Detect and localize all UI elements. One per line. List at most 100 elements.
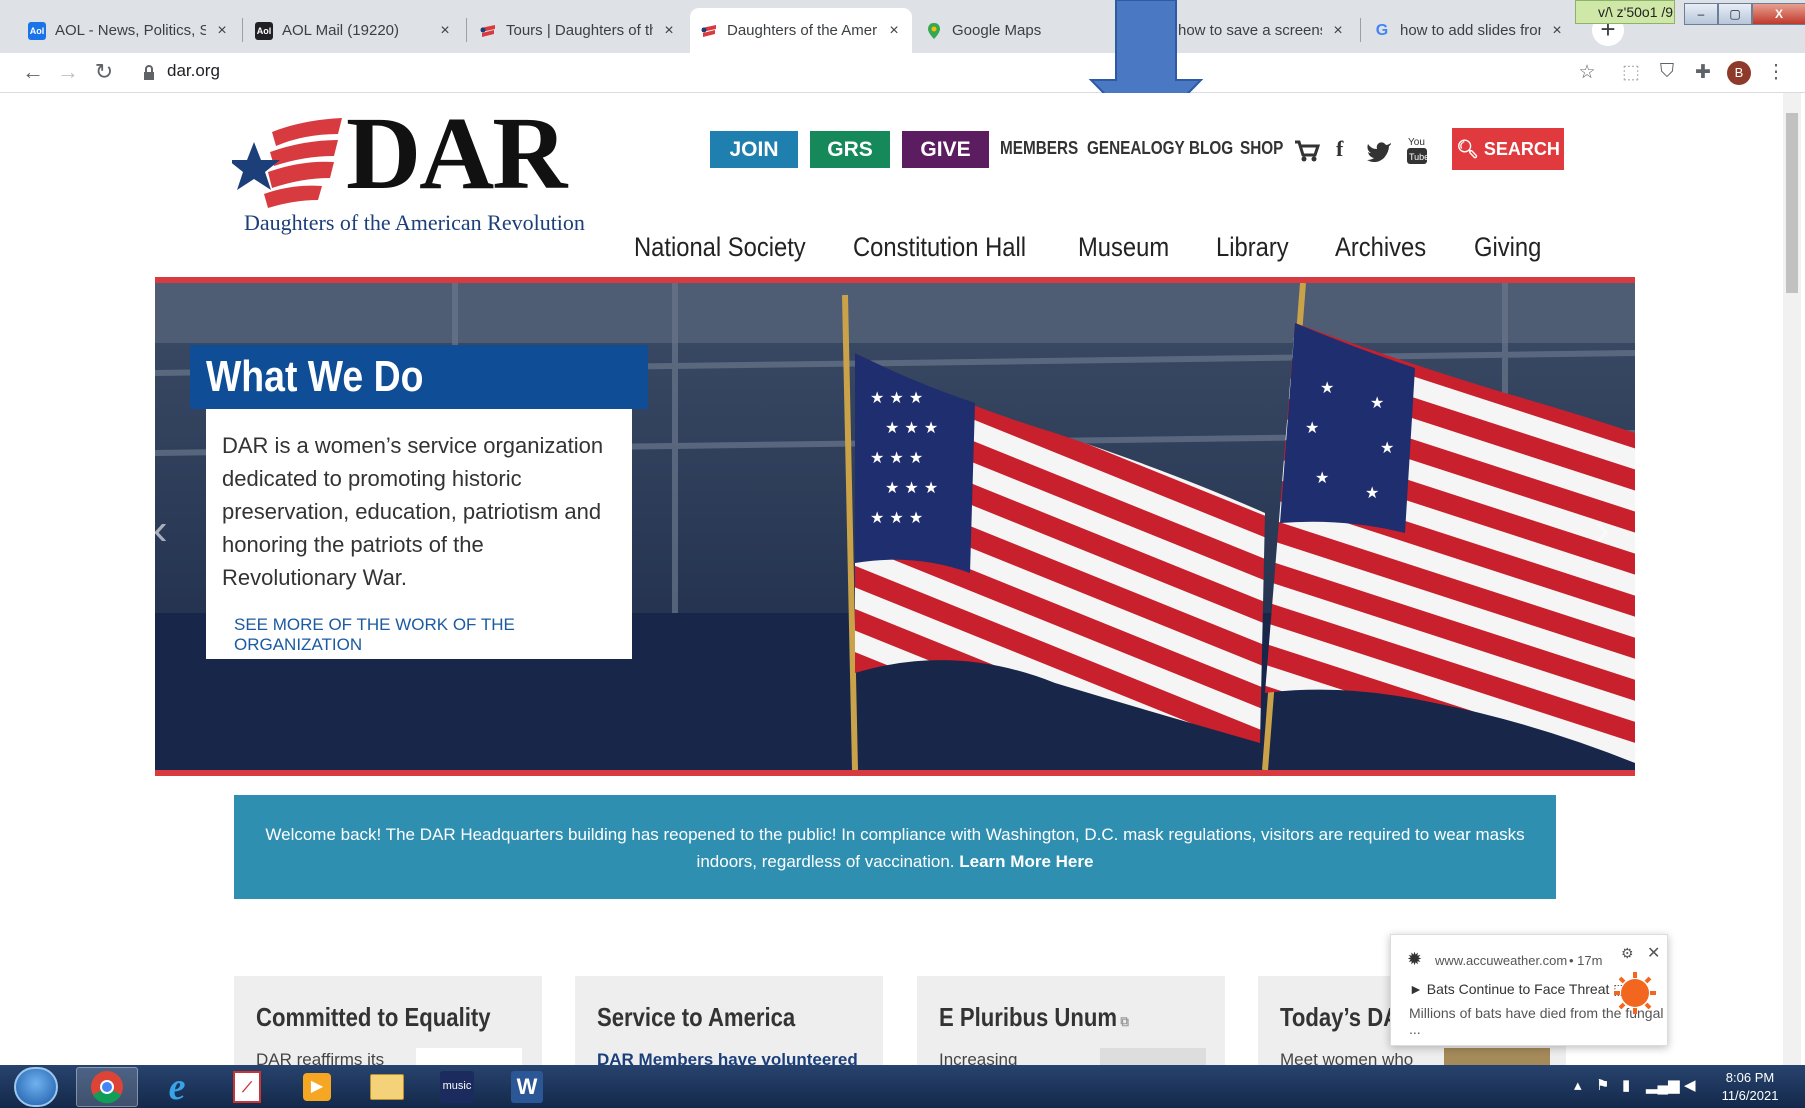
close-tab-icon[interactable]: ×: [214, 22, 230, 40]
give-button[interactable]: GIVE: [902, 131, 989, 168]
minimize-button[interactable]: –: [1684, 3, 1718, 25]
star-bookmark-icon[interactable]: ☆: [1574, 61, 1600, 84]
twitter-icon[interactable]: [1366, 140, 1392, 162]
menu-kebab-icon[interactable]: ⋮: [1763, 61, 1789, 84]
svg-text:★ ★ ★: ★ ★ ★: [870, 508, 923, 527]
blog-link[interactable]: BLOG: [1189, 138, 1233, 159]
close-tab-icon[interactable]: ×: [1549, 22, 1565, 40]
close-notification-icon[interactable]: ✕: [1647, 943, 1660, 963]
join-button[interactable]: JOIN: [710, 131, 798, 168]
action-center-flag-icon[interactable]: ⚑: [1596, 1076, 1609, 1094]
nav-constitution-hall[interactable]: Constitution Hall: [853, 232, 1026, 263]
hero-body: DAR is a women’s service organization de…: [222, 433, 604, 590]
tab-aol-mail[interactable]: Aol AOL Mail (19220) ×: [245, 8, 463, 53]
svg-text:★ ★ ★: ★ ★ ★: [870, 448, 923, 467]
svg-text:★ ★ ★: ★ ★ ★: [885, 478, 938, 497]
google-icon: G: [1375, 21, 1389, 39]
tab-strip: Aol AOL - News, Politics, Spor × Aol AOL…: [0, 0, 1805, 53]
address-bar[interactable]: dar.org: [167, 61, 220, 81]
back-icon[interactable]: ←: [18, 59, 48, 85]
network-icon[interactable]: ▂▄▆: [1646, 1076, 1680, 1094]
volume-icon[interactable]: ◀: [1684, 1076, 1696, 1094]
hero-title-text: What We Do: [206, 352, 424, 401]
carousel-next-icon[interactable]: ›: [1595, 505, 1610, 555]
windows-start-button[interactable]: [14, 1067, 58, 1107]
word-icon[interactable]: W: [496, 1067, 558, 1107]
cart-icon[interactable]: [1294, 139, 1320, 163]
notification-age: • 17m: [1569, 953, 1603, 968]
shop-link[interactable]: SHOP: [1240, 138, 1283, 159]
tab-aol-news[interactable]: Aol AOL - News, Politics, Spor ×: [18, 8, 240, 53]
youtube-icon[interactable]: You Tube: [1406, 134, 1428, 166]
learn-more-link[interactable]: Learn More Here: [959, 852, 1093, 871]
hero-see-more-link[interactable]: SEE MORE OF THE WORK OF THE ORGANIZATION: [234, 615, 632, 655]
folder-icon[interactable]: [356, 1067, 418, 1107]
nav-archives[interactable]: Archives: [1335, 232, 1426, 263]
tab-tours[interactable]: Tours | Daughters of the A ×: [469, 8, 687, 53]
logo-subtitle: Daughters of the American Revolution: [244, 210, 585, 235]
close-tab-icon[interactable]: ×: [661, 22, 677, 40]
ie-icon[interactable]: e: [146, 1066, 208, 1108]
card-pluribus[interactable]: E Pluribus Unum ⧉ Increasing: [917, 976, 1225, 1076]
logo-text[interactable]: DAR: [346, 102, 567, 206]
tab-title: Google Maps: [952, 22, 1042, 39]
maps-pin-icon: [925, 22, 943, 40]
close-window-button[interactable]: X: [1752, 3, 1805, 25]
nav-national-society[interactable]: National Society: [634, 232, 806, 263]
tab-slides-search[interactable]: G how to add slides from o ×: [1363, 8, 1575, 53]
svg-text:★ ★ ★: ★ ★ ★: [885, 418, 938, 437]
svg-text:You: You: [1408, 137, 1425, 148]
nav-museum[interactable]: Museum: [1078, 232, 1169, 263]
genealogy-link[interactable]: GENEALOGY: [1087, 138, 1185, 159]
aol-mail-icon: Aol: [255, 21, 273, 40]
maximize-button[interactable]: ▢: [1718, 3, 1752, 25]
card-title: Today’s DA: [1280, 1002, 1400, 1032]
facebook-icon[interactable]: f: [1336, 136, 1343, 162]
svg-text:★ ★ ★: ★ ★ ★: [870, 388, 923, 407]
card-title: Service to America: [597, 1002, 796, 1032]
reload-icon[interactable]: ↻: [89, 59, 119, 85]
card-equality[interactable]: Committed to Equality DAR reaffirms its: [234, 976, 542, 1076]
aol-icon: Aol: [28, 21, 46, 40]
svg-text:★: ★: [1380, 438, 1394, 457]
close-tab-icon[interactable]: ×: [437, 22, 453, 40]
forward-icon[interactable]: →: [53, 59, 83, 85]
tab-dar-active[interactable]: Daughters of the America ×: [690, 8, 912, 53]
system-clock[interactable]: 8:06 PM 11/6/2021: [1705, 1069, 1795, 1105]
accuweather-notification[interactable]: ✹ www.accuweather.com • 17m ⚙ ✕ ► Bats C…: [1390, 934, 1668, 1046]
notification-source: www.accuweather.com: [1435, 953, 1568, 968]
hero-title: What We Do: [190, 345, 648, 409]
windows-taskbar: e ⟋ ▶ music W: [0, 1065, 1805, 1108]
svg-text:Tube: Tube: [1409, 152, 1428, 162]
nav-giving[interactable]: Giving: [1474, 232, 1541, 263]
tab-google-maps[interactable]: Google Maps: [915, 8, 1115, 53]
search-button[interactable]: 🔍︎ SEARCH: [1452, 128, 1564, 170]
dar-logo-flag-icon: [232, 118, 342, 208]
chrome-icon[interactable]: [76, 1067, 138, 1107]
extension-badge: v/\ z'50o1 /9: [1575, 0, 1675, 24]
members-link[interactable]: MEMBERS: [1000, 138, 1078, 159]
pdf-icon[interactable]: ⟋: [216, 1067, 278, 1107]
carousel-prev-icon[interactable]: ‹: [153, 505, 168, 555]
extension-icon[interactable]: ⬚: [1618, 61, 1644, 84]
shield-extension-icon[interactable]: ⛉: [1654, 61, 1680, 83]
screen: { "browser": { "tabs": [ {"title": "AOL …: [0, 0, 1805, 1108]
settings-gear-icon[interactable]: ⚙: [1621, 945, 1634, 962]
show-hidden-icons[interactable]: ▴: [1574, 1076, 1582, 1094]
puzzle-extensions-icon[interactable]: ✚: [1690, 61, 1716, 84]
search-label: SEARCH: [1483, 139, 1560, 159]
close-tab-icon[interactable]: ×: [886, 22, 902, 40]
nav-library[interactable]: Library: [1216, 232, 1289, 263]
grs-button[interactable]: GRS: [810, 131, 890, 168]
profile-avatar[interactable]: B: [1727, 61, 1751, 85]
close-tab-icon[interactable]: ×: [1330, 22, 1346, 40]
card-service[interactable]: Service to America DAR Members have volu…: [575, 976, 883, 1076]
svg-text:★: ★: [1365, 483, 1379, 502]
lock-icon: [144, 65, 154, 80]
tab-title: AOL Mail (19220): [282, 22, 399, 39]
media-player-icon[interactable]: ▶: [286, 1067, 348, 1107]
search-icon: 🔍︎: [1456, 139, 1484, 159]
page-scrollbar[interactable]: [1783, 93, 1801, 1065]
amazon-music-icon[interactable]: music: [426, 1067, 488, 1107]
device-icon[interactable]: ▮: [1622, 1076, 1630, 1094]
